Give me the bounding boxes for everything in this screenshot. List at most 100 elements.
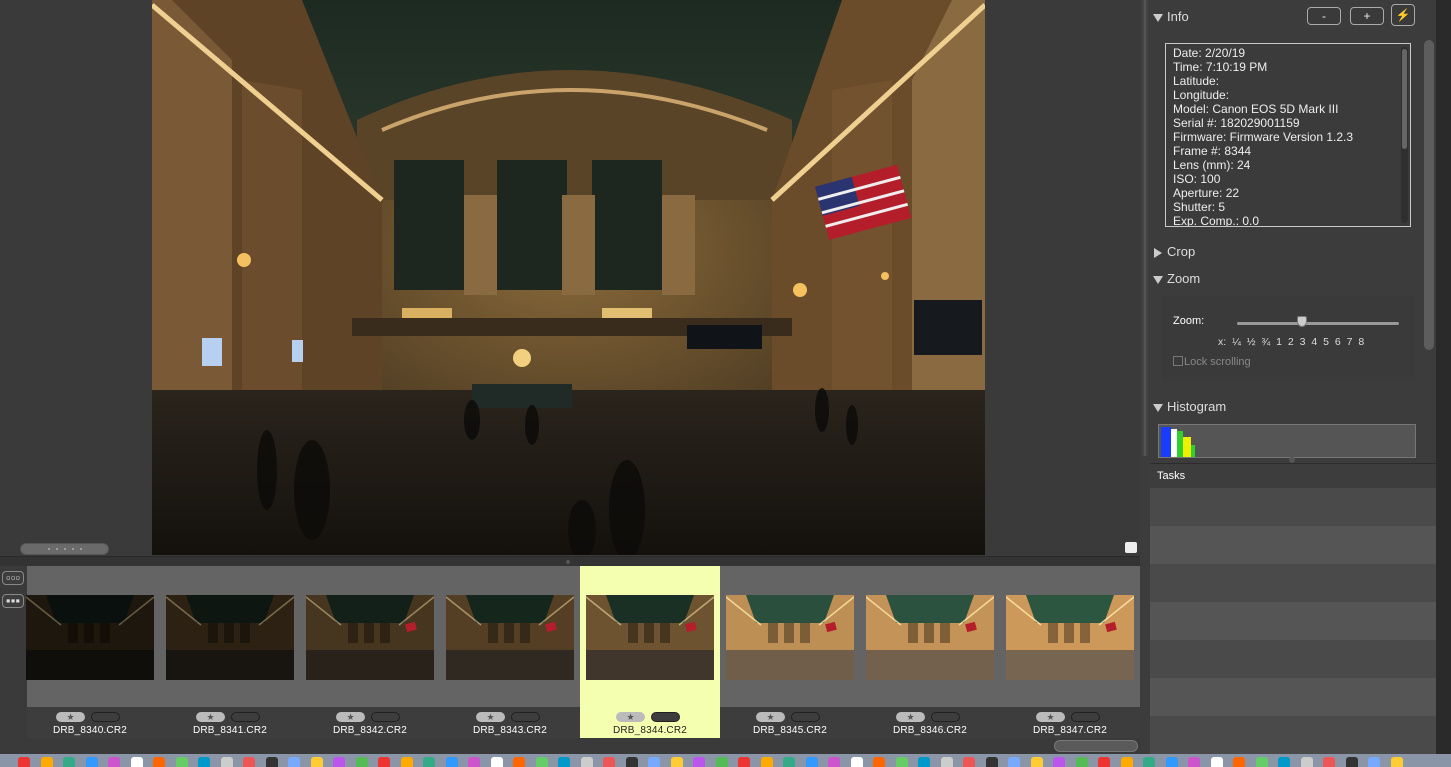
dock-app-icon[interactable]: [1210, 757, 1223, 767]
info-minus-button[interactable]: -: [1307, 7, 1341, 25]
dock-app-icon[interactable]: [63, 757, 75, 767]
dock-app-icon[interactable]: [1053, 757, 1065, 767]
dock-app-icon[interactable]: [1345, 757, 1358, 767]
info-metadata-box[interactable]: Date: 2/20/19 Time: 7:10:19 PM Latitude: Lo…: [1165, 43, 1411, 227]
dock-app-icon[interactable]: [423, 757, 435, 767]
flag-toggle[interactable]: [511, 712, 540, 722]
split-divider[interactable]: [0, 556, 1140, 566]
dock-app-icon[interactable]: [333, 757, 345, 767]
filmstrip-thumbnail[interactable]: [306, 566, 446, 707]
dock-app-icon[interactable]: [738, 757, 750, 767]
dock-app-icon[interactable]: [625, 757, 638, 767]
task-row[interactable]: [1150, 526, 1436, 564]
flag-toggle[interactable]: [931, 712, 960, 722]
dock-app-icon[interactable]: [378, 757, 390, 767]
dock-app-icon[interactable]: [1165, 757, 1178, 767]
star-rating-icon[interactable]: ★: [196, 712, 225, 722]
dock-app-icon[interactable]: [1255, 757, 1268, 767]
filmstrip-thumbnail[interactable]: [166, 566, 306, 707]
dock-app-icon[interactable]: [243, 757, 255, 767]
info-scrollbar[interactable]: [1401, 47, 1408, 223]
filmstrip-thumbnail[interactable]: [580, 566, 720, 707]
scrollbar-thumb[interactable]: [1054, 740, 1138, 752]
dock-app-icon[interactable]: [760, 757, 773, 767]
task-row[interactable]: [1150, 564, 1436, 602]
grid-view-toggle[interactable]: ▫▫▫: [2, 571, 24, 585]
dock-app-icon[interactable]: [153, 757, 165, 767]
dock-app-icon[interactable]: [1008, 757, 1020, 767]
dock-app-icon[interactable]: [558, 757, 570, 767]
dock-app-icon[interactable]: [1390, 757, 1403, 767]
main-viewer[interactable]: [0, 0, 1140, 556]
dock-app-icon[interactable]: [1030, 757, 1043, 767]
inspector-scrollbar[interactable]: [1142, 0, 1148, 456]
dock-app-icon[interactable]: [1075, 757, 1088, 767]
dock-app-icon[interactable]: [220, 757, 233, 767]
dock-app-icon[interactable]: [850, 757, 863, 767]
dock-app-icon[interactable]: [963, 757, 975, 767]
dock-app-icon[interactable]: [1300, 757, 1313, 767]
dock-app-icon[interactable]: [400, 757, 413, 767]
dock-app-icon[interactable]: [940, 757, 953, 767]
filmstrip-thumbnail[interactable]: [26, 566, 166, 707]
dock-app-icon[interactable]: [40, 757, 53, 767]
task-row[interactable]: [1150, 716, 1436, 754]
dock-app-icon[interactable]: [828, 757, 840, 767]
lock-scrolling-checkbox[interactable]: Lock scrolling: [1173, 356, 1251, 368]
dock-app-icon[interactable]: [468, 757, 480, 767]
task-row[interactable]: [1150, 488, 1436, 526]
dock-app-icon[interactable]: [895, 757, 908, 767]
star-rating-icon[interactable]: ★: [616, 712, 645, 722]
dock-app-icon[interactable]: [85, 757, 98, 767]
dock-app-icon[interactable]: [918, 757, 930, 767]
star-rating-icon[interactable]: ★: [756, 712, 785, 722]
zoom-slider-knob[interactable]: [1296, 316, 1307, 327]
star-rating-icon[interactable]: ★: [336, 712, 365, 722]
dock-app-icon[interactable]: [1323, 757, 1335, 767]
task-row[interactable]: [1150, 602, 1436, 640]
dock-app-icon[interactable]: [670, 757, 683, 767]
info-section-header[interactable]: Info: [1153, 9, 1189, 24]
flag-toggle[interactable]: [791, 712, 820, 722]
flag-toggle[interactable]: [651, 712, 680, 722]
inspector-scrollbar-thumb[interactable]: [1424, 40, 1434, 350]
viewer-corner-icon[interactable]: [1125, 542, 1137, 553]
dock-app-icon[interactable]: [175, 757, 188, 767]
main-photo[interactable]: [152, 0, 985, 555]
filmstrip[interactable]: [26, 566, 1140, 707]
flag-toggle[interactable]: [91, 712, 120, 722]
dock-app-icon[interactable]: [873, 757, 885, 767]
dock-app-icon[interactable]: [985, 757, 998, 767]
dock-app-icon[interactable]: [265, 757, 278, 767]
dock-app-icon[interactable]: [580, 757, 593, 767]
dock-app-icon[interactable]: [1233, 757, 1245, 767]
task-row[interactable]: [1150, 640, 1436, 678]
dock-app-icon[interactable]: [535, 757, 548, 767]
dock-app-icon[interactable]: [1368, 757, 1380, 767]
flag-toggle[interactable]: [371, 712, 400, 722]
dock-app-icon[interactable]: [490, 757, 503, 767]
dock-app-icon[interactable]: [648, 757, 660, 767]
filmstrip-thumbnail[interactable]: [446, 566, 586, 707]
tasks-list[interactable]: [1150, 488, 1436, 754]
macos-dock[interactable]: [0, 754, 1451, 767]
star-rating-icon[interactable]: ★: [476, 712, 505, 722]
task-row[interactable]: [1150, 678, 1436, 716]
dock-app-icon[interactable]: [693, 757, 705, 767]
filmstrip-view-toggle[interactable]: ▪▪▪: [2, 594, 24, 608]
lightning-icon[interactable]: ⚡: [1391, 4, 1415, 26]
zoom-section-header[interactable]: Zoom: [1153, 271, 1200, 286]
dock-app-icon[interactable]: [108, 757, 120, 767]
zoom-slider[interactable]: [1237, 322, 1399, 325]
dock-app-icon[interactable]: [513, 757, 525, 767]
flag-toggle[interactable]: [1071, 712, 1100, 722]
dock-app-icon[interactable]: [198, 757, 210, 767]
star-rating-icon[interactable]: ★: [896, 712, 925, 722]
resize-grip-icon[interactable]: [20, 543, 109, 555]
dock-app-icon[interactable]: [355, 757, 368, 767]
dock-app-icon[interactable]: [715, 757, 728, 767]
dock-app-icon[interactable]: [130, 757, 143, 767]
info-plus-button[interactable]: +: [1350, 7, 1384, 25]
dock-app-icon[interactable]: [1143, 757, 1155, 767]
histogram-section-header[interactable]: Histogram: [1153, 399, 1226, 414]
